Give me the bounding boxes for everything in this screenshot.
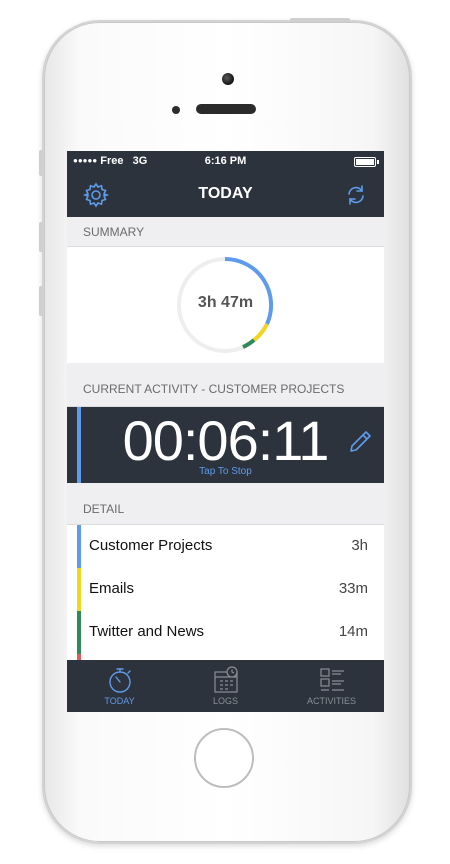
segment-twitter-news — [242, 338, 256, 349]
list-item[interactable]: Customer Projects 3h — [67, 525, 384, 569]
timer-display[interactable]: 00:06:11 — [67, 408, 384, 473]
activity-duration: 33m — [338, 580, 368, 597]
tab-label: ACTIVITIES — [306, 696, 356, 706]
activity-color-bar — [77, 611, 81, 654]
battery-icon — [354, 157, 379, 167]
page-title: TODAY — [198, 185, 253, 202]
pencil-icon[interactable] — [347, 429, 373, 455]
activity-name: Emails — [89, 580, 135, 597]
volume-up-button — [39, 222, 43, 252]
tab-label: TODAY — [104, 696, 135, 706]
proximity-sensor — [172, 106, 180, 114]
earpiece-speaker — [196, 104, 256, 114]
segment-customer-projects — [224, 256, 274, 325]
home-button[interactable] — [194, 728, 254, 788]
activity-color-bar — [77, 568, 81, 611]
activity-color-bar — [77, 525, 81, 568]
list-item[interactable]: Twitter and News 14m — [67, 611, 384, 655]
mute-switch — [39, 150, 43, 176]
list-item[interactable]: Emails 33m — [67, 568, 384, 612]
status-bar: ●●●●● Free 3G 6:16 PM — [67, 151, 384, 171]
segment-emails — [252, 323, 269, 342]
activity-duration: 14m — [338, 623, 368, 640]
tab-activities[interactable]: ACTIVITIES — [279, 660, 384, 712]
main-content: SUMMARY 3h 47m CURRENT ACTIVITY - CUSTOM… — [67, 217, 384, 660]
activity-duration: 3h — [351, 537, 368, 554]
front-camera — [222, 73, 234, 85]
stopwatch-icon — [109, 668, 131, 693]
volume-down-button — [39, 286, 43, 316]
tab-label: LOGS — [212, 696, 238, 706]
app-screen: ●●●●● Free 3G 6:16 PM TODAY SUMMARY 3h 4… — [67, 151, 384, 712]
nav-bar: TODAY — [67, 173, 384, 217]
activity-name: Twitter and News — [89, 623, 205, 640]
summary-panel: 3h 47m — [67, 247, 384, 363]
power-button — [290, 18, 350, 22]
tab-today[interactable]: TODAY — [67, 660, 172, 712]
tap-to-stop-label[interactable]: Tap To Stop — [67, 466, 384, 477]
current-activity-timer[interactable]: 00:06:11 Tap To Stop — [67, 407, 384, 483]
activity-name: Customer Projects — [89, 537, 213, 554]
activities-list-icon — [320, 668, 344, 691]
summary-total: 3h 47m — [197, 294, 254, 311]
summary-header: SUMMARY — [67, 217, 384, 247]
refresh-icon[interactable] — [343, 182, 369, 208]
detail-header: DETAIL — [67, 483, 384, 525]
tab-logs[interactable]: LOGS — [173, 660, 278, 712]
status-time: 6:16 PM — [204, 155, 247, 167]
calendar-clock-icon — [214, 666, 238, 693]
current-activity-header: CURRENT ACTIVITY - CUSTOMER PROJECTS — [67, 363, 384, 407]
tab-bar: TODAY LOGS ACTIVITIES — [67, 660, 384, 712]
